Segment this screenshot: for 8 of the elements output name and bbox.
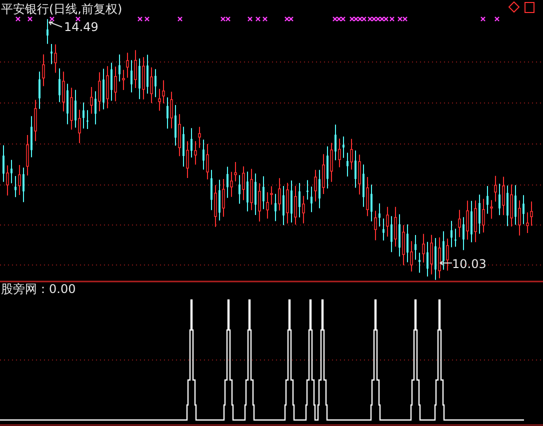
indicator-label: 股旁网：0.00 <box>1 282 76 296</box>
diamond-icon[interactable] <box>508 1 520 13</box>
chart-title: 平安银行(日线,前复权) <box>1 2 122 16</box>
high-price-label: 14.49 <box>64 20 98 34</box>
price-marker-arrow <box>440 260 452 266</box>
square-icon[interactable] <box>524 2 534 13</box>
low-price-label: 10.03 <box>452 257 486 271</box>
price-marker-arrow <box>48 22 62 28</box>
